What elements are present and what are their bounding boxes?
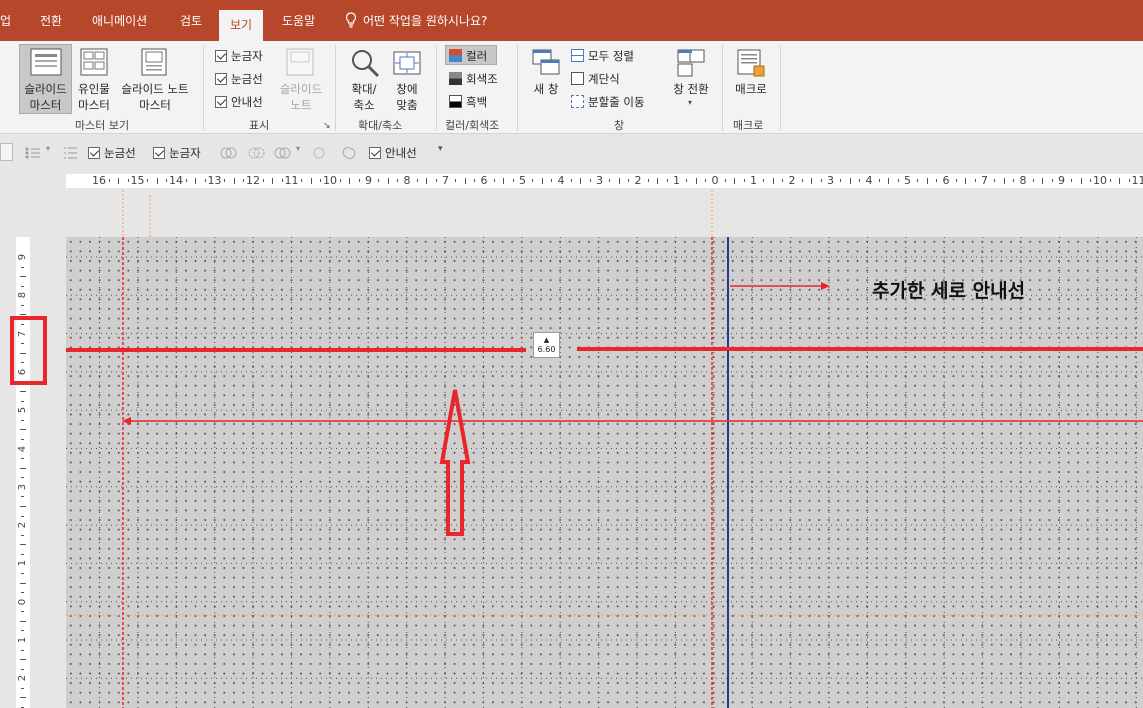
tooltip-up-arrow-icon: ▲: [543, 336, 550, 344]
right-arrow-head-icon: [821, 282, 830, 290]
guide-position-tooltip: ▲ 6.60: [533, 332, 560, 358]
annotation-label: 추가한 세로 안내선: [872, 280, 1026, 302]
annotation-overlay: [10, 190, 1143, 708]
up-arrow-icon: [439, 389, 471, 536]
guide-position-value: 6.60: [537, 345, 556, 354]
ruler-highlight-box: [10, 316, 47, 385]
